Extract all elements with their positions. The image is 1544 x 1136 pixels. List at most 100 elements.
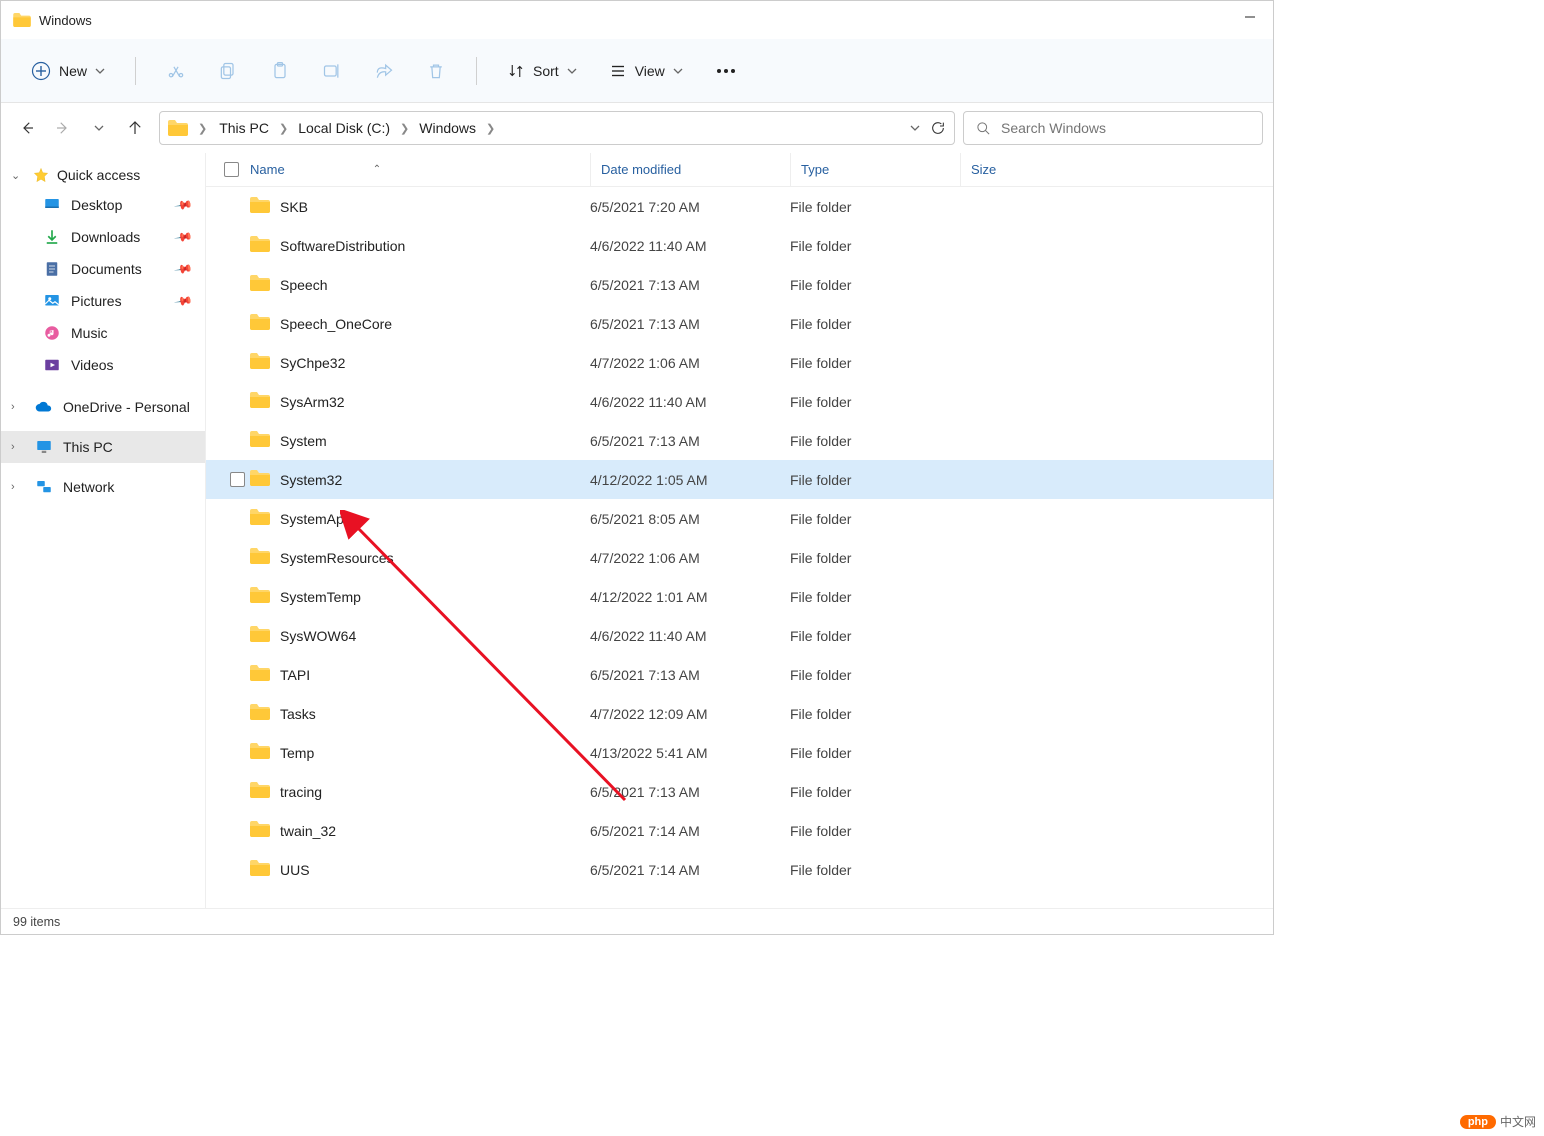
- folder-icon: [250, 665, 270, 684]
- row-type: File folder: [790, 316, 960, 332]
- rename-button[interactable]: [312, 53, 352, 89]
- row-checkbox[interactable]: [224, 667, 250, 682]
- sidebar-item[interactable]: Documents📌: [1, 253, 205, 285]
- view-button[interactable]: View: [599, 56, 693, 86]
- chevron-right-icon[interactable]: ›: [11, 401, 25, 413]
- file-row[interactable]: TAPI 6/5/2021 7:13 AM File folder: [206, 655, 1273, 694]
- address-bar[interactable]: ❯ This PC ❯ Local Disk (C:) ❯ Windows ❯: [159, 111, 955, 145]
- row-checkbox[interactable]: [224, 550, 250, 565]
- sidebar-network[interactable]: › Network: [1, 471, 205, 503]
- sidebar-item[interactable]: Downloads📌: [1, 221, 205, 253]
- row-checkbox[interactable]: [224, 433, 250, 448]
- column-header-size[interactable]: Size: [960, 153, 1060, 186]
- file-row[interactable]: Tasks 4/7/2022 12:09 AM File folder: [206, 694, 1273, 733]
- file-row[interactable]: Temp 4/13/2022 5:41 AM File folder: [206, 733, 1273, 772]
- row-checkbox[interactable]: [224, 355, 250, 370]
- row-checkbox[interactable]: [224, 589, 250, 604]
- share-button[interactable]: [364, 53, 404, 89]
- search-box[interactable]: [963, 111, 1263, 145]
- row-name-cell: twain_32: [250, 821, 590, 840]
- sidebar-item[interactable]: Music: [1, 317, 205, 349]
- file-row[interactable]: twain_32 6/5/2021 7:14 AM File folder: [206, 811, 1273, 850]
- row-checkbox[interactable]: [224, 394, 250, 409]
- navigation-pane: ⌄ Quick access Desktop📌Downloads📌Documen…: [1, 153, 206, 908]
- file-row[interactable]: tracing 6/5/2021 7:13 AM File folder: [206, 772, 1273, 811]
- chevron-right-icon[interactable]: ❯: [396, 122, 413, 135]
- paste-button[interactable]: [260, 53, 300, 89]
- file-row[interactable]: SystemApps 6/5/2021 8:05 AM File folder: [206, 499, 1273, 538]
- row-type: File folder: [790, 355, 960, 371]
- chevron-right-icon[interactable]: ❯: [275, 122, 292, 135]
- row-name-cell: Speech_OneCore: [250, 314, 590, 333]
- chevron-down-icon[interactable]: ⌄: [11, 169, 25, 182]
- row-checkbox[interactable]: [224, 862, 250, 877]
- recent-button[interactable]: [83, 112, 115, 144]
- more-button[interactable]: [717, 69, 735, 73]
- folder-icon: [250, 782, 270, 801]
- minimize-button[interactable]: [1227, 1, 1273, 33]
- cut-button[interactable]: [156, 53, 196, 89]
- folder-icon: [250, 509, 270, 528]
- new-button[interactable]: New: [21, 55, 115, 87]
- back-button[interactable]: [11, 112, 43, 144]
- copy-button[interactable]: [208, 53, 248, 89]
- navigation-row: ❯ This PC ❯ Local Disk (C:) ❯ Windows ❯: [1, 103, 1273, 153]
- file-row[interactable]: SystemResources 4/7/2022 1:06 AM File fo…: [206, 538, 1273, 577]
- row-checkbox[interactable]: [224, 472, 250, 487]
- row-type: File folder: [790, 433, 960, 449]
- file-row[interactable]: UUS 6/5/2021 7:14 AM File folder: [206, 850, 1273, 889]
- row-checkbox[interactable]: [224, 238, 250, 253]
- row-date: 4/12/2022 1:05 AM: [590, 472, 790, 488]
- delete-button[interactable]: [416, 53, 456, 89]
- select-all-checkbox[interactable]: [224, 162, 250, 177]
- chevron-right-icon[interactable]: ❯: [194, 122, 211, 135]
- forward-button[interactable]: [47, 112, 79, 144]
- file-row[interactable]: SysWOW64 4/6/2022 11:40 AM File folder: [206, 616, 1273, 655]
- sidebar-onedrive[interactable]: › OneDrive - Personal: [1, 391, 205, 423]
- sidebar-item[interactable]: Desktop📌: [1, 189, 205, 221]
- row-name: SystemResources: [280, 550, 394, 566]
- column-header-date[interactable]: Date modified: [590, 153, 790, 186]
- row-date: 6/5/2021 7:13 AM: [590, 277, 790, 293]
- file-row[interactable]: SKB 6/5/2021 7:20 AM File folder: [206, 187, 1273, 226]
- column-header-type[interactable]: Type: [790, 153, 960, 186]
- file-row[interactable]: SoftwareDistribution 4/6/2022 11:40 AM F…: [206, 226, 1273, 265]
- row-checkbox[interactable]: [224, 823, 250, 838]
- row-checkbox[interactable]: [224, 784, 250, 799]
- sidebar-this-pc[interactable]: › This PC: [1, 431, 205, 463]
- sidebar-item[interactable]: Videos: [1, 349, 205, 381]
- row-checkbox[interactable]: [224, 316, 250, 331]
- sort-button[interactable]: Sort: [497, 56, 587, 86]
- breadcrumb-item[interactable]: This PC: [217, 118, 271, 138]
- column-header-name[interactable]: Name ⌃: [250, 162, 590, 177]
- breadcrumb-item[interactable]: Windows: [417, 118, 478, 138]
- row-name-cell: UUS: [250, 860, 590, 879]
- row-checkbox[interactable]: [224, 511, 250, 526]
- file-row[interactable]: System 6/5/2021 7:13 AM File folder: [206, 421, 1273, 460]
- row-date: 4/12/2022 1:01 AM: [590, 589, 790, 605]
- file-row[interactable]: SysArm32 4/6/2022 11:40 AM File folder: [206, 382, 1273, 421]
- up-button[interactable]: [119, 112, 151, 144]
- refresh-icon[interactable]: [930, 120, 946, 136]
- breadcrumb-item[interactable]: Local Disk (C:): [296, 118, 392, 138]
- chevron-right-icon[interactable]: ›: [11, 481, 25, 493]
- search-input[interactable]: [1001, 120, 1250, 136]
- row-checkbox[interactable]: [224, 199, 250, 214]
- chevron-down-icon[interactable]: [910, 123, 920, 133]
- column-headers: Name ⌃ Date modified Type Size: [206, 153, 1273, 187]
- row-checkbox[interactable]: [224, 745, 250, 760]
- sidebar-item[interactable]: Pictures📌: [1, 285, 205, 317]
- row-checkbox[interactable]: [224, 277, 250, 292]
- quick-access-header[interactable]: ⌄ Quick access: [1, 161, 205, 189]
- file-row[interactable]: SyChpe32 4/7/2022 1:06 AM File folder: [206, 343, 1273, 382]
- file-row[interactable]: Speech 6/5/2021 7:13 AM File folder: [206, 265, 1273, 304]
- separator: [135, 57, 136, 85]
- row-checkbox[interactable]: [224, 628, 250, 643]
- file-row[interactable]: Speech_OneCore 6/5/2021 7:13 AM File fol…: [206, 304, 1273, 343]
- chevron-right-icon[interactable]: ❯: [482, 122, 499, 135]
- file-row[interactable]: SystemTemp 4/12/2022 1:01 AM File folder: [206, 577, 1273, 616]
- row-checkbox[interactable]: [224, 706, 250, 721]
- sidebar-item-label: Downloads: [71, 229, 140, 245]
- chevron-right-icon[interactable]: ›: [11, 441, 25, 453]
- file-row[interactable]: System32 4/12/2022 1:05 AM File folder: [206, 460, 1273, 499]
